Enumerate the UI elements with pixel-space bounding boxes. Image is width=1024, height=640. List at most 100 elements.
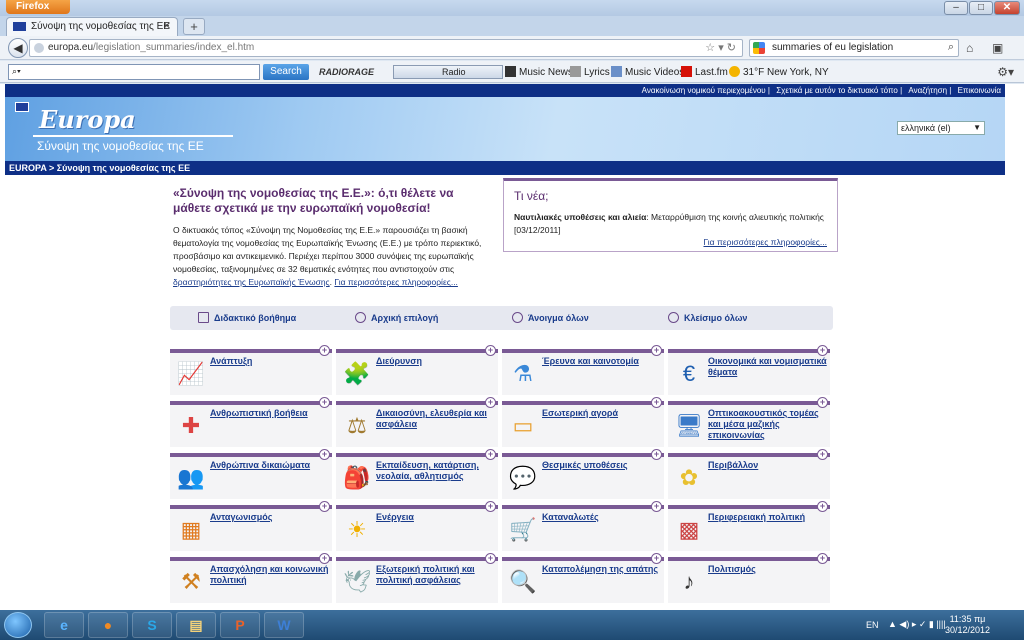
topic-cell[interactable]: + 🧩 Διεύρυνση <box>336 345 498 395</box>
expand-topic-icon[interactable]: + <box>485 553 496 564</box>
word-taskbar-icon[interactable]: W <box>264 612 304 638</box>
toolbar-link-music-news[interactable]: Music News <box>505 66 573 78</box>
topic-link[interactable]: Εσωτερική αγορά <box>542 408 662 419</box>
expand-topic-icon[interactable]: + <box>485 501 496 512</box>
expand-topic-icon[interactable]: + <box>319 553 330 564</box>
topic-cell[interactable]: + 🖥 Οπτικοακουστικός τομέας και μέσα μαζικ… <box>668 397 830 447</box>
topic-cell[interactable]: + ⚖ Δικαιοσύνη, ελευθερία και ασφάλεια <box>336 397 498 447</box>
expand-topic-icon[interactable]: + <box>319 345 330 356</box>
language-select[interactable]: ελληνικά (el) ▼ <box>897 121 985 135</box>
toolbar-search-button[interactable]: Search <box>263 64 309 80</box>
expand-topic-icon[interactable]: + <box>485 449 496 460</box>
search-bar[interactable]: summaries of eu legislation ⌕ <box>749 39 959 57</box>
clock[interactable]: 11:35 πμ 30/12/2012 <box>945 614 990 636</box>
expand-topic-icon[interactable]: + <box>319 397 330 408</box>
explorer-taskbar-icon[interactable]: ▤ <box>176 612 216 638</box>
url-bar[interactable]: europa.eu/legislation_summaries/index_el… <box>29 39 743 57</box>
topic-cell[interactable]: + ☀ Ενέργεια <box>336 501 498 551</box>
toolbar-search-input[interactable]: ⌕▾ <box>8 64 260 80</box>
collapse-all-button[interactable]: Κλείσιμο όλων <box>668 312 747 323</box>
news-more-info-link[interactable]: Για περισσότερες πληροφορίες... <box>703 237 827 247</box>
topic-link[interactable]: Περιφερειακή πολιτική <box>708 512 828 523</box>
breadcrumb[interactable]: EUROPA > Σύνοψη της νομοθεσίας της ΕΕ <box>5 161 1005 175</box>
skype-taskbar-icon[interactable]: S <box>132 612 172 638</box>
topic-link[interactable]: Δικαιοσύνη, ελευθερία και ασφάλεια <box>376 408 496 430</box>
expand-topic-icon[interactable]: + <box>651 553 662 564</box>
close-window-button[interactable]: ✕ <box>994 1 1020 15</box>
topic-cell[interactable]: + 🕊 Εξωτερική πολιτική και πολιτική ασφάλε… <box>336 553 498 603</box>
toolbar-link-lastfm[interactable]: Last.fm <box>681 66 728 78</box>
topic-link[interactable]: Απασχόληση και κοινωνική πολιτική <box>210 564 330 586</box>
topic-cell[interactable]: + 💬 Θεσμικές υποθέσεις <box>502 449 664 499</box>
close-tab-icon[interactable]: ✕ <box>163 21 171 32</box>
search-icon[interactable]: ⌕ <box>948 41 954 54</box>
topic-link[interactable]: Εκπαίδευση, κατάρτιση, νεολαία, αθλητισμ… <box>376 460 496 482</box>
expand-topic-icon[interactable]: + <box>651 449 662 460</box>
radio-player[interactable]: Radio <box>393 65 503 79</box>
tutorial-button[interactable]: Διδακτικό βοήθημα <box>198 312 296 323</box>
toolbar-link-weather[interactable]: 31°F New York, NY <box>729 66 829 78</box>
topic-link[interactable]: Οπτικοακουστικός τομέας και μέσα μαζικής… <box>708 408 828 441</box>
expand-topic-icon[interactable]: + <box>319 501 330 512</box>
tray-icons[interactable]: ▲ ◀) ▸ ✓ ▮ |||| <box>888 619 946 630</box>
topic-cell[interactable]: + 🔍 Καταπολέμηση της απάτης <box>502 553 664 603</box>
ie-taskbar-icon[interactable]: e <box>44 612 84 638</box>
topic-cell[interactable]: + ▭ Εσωτερική αγορά <box>502 397 664 447</box>
expand-topic-icon[interactable]: + <box>817 449 828 460</box>
expand-topic-icon[interactable]: + <box>319 449 330 460</box>
topic-link[interactable]: Ενέργεια <box>376 512 496 523</box>
topic-link[interactable]: Καταπολέμηση της απάτης <box>542 564 662 575</box>
home-choice-button[interactable]: Αρχική επιλογή <box>355 312 438 323</box>
topic-link[interactable]: Ανθρώπινα δικαιώματα <box>210 460 330 471</box>
top-link-legal-notice[interactable]: Ανακοίνωση νομικού περιεχομένου <box>642 86 766 95</box>
topic-cell[interactable]: + 👥 Ανθρώπινα δικαιώματα <box>170 449 332 499</box>
home-icon[interactable]: ⌂ <box>966 41 973 55</box>
topic-link[interactable]: Έρευνα και καινοτομία <box>542 356 662 367</box>
new-tab-button[interactable]: + <box>183 18 205 35</box>
tab-eu-legislation[interactable]: Σύνοψη της νομοθεσίας της ΕΕ ✕ <box>6 17 178 36</box>
topic-link[interactable]: Καταναλωτές <box>542 512 662 523</box>
firefox-taskbar-icon[interactable]: ● <box>88 612 128 638</box>
site-identity-icon[interactable] <box>34 43 44 53</box>
intro-more-info-link[interactable]: Για περισσότερες πληροφορίες... <box>334 277 458 287</box>
topic-link[interactable]: Οικονομικά και νομισματικά θέματα <box>708 356 828 378</box>
topic-link[interactable]: Πολιτισμός <box>708 564 828 575</box>
topic-cell[interactable]: + € Οικονομικά και νομισματικά θέματα <box>668 345 830 395</box>
top-link-search[interactable]: Αναζήτηση <box>908 86 947 95</box>
language-indicator[interactable]: EN <box>866 620 879 630</box>
toolbar-settings-icon[interactable]: ⚙▾ <box>997 65 1014 79</box>
google-icon[interactable] <box>753 42 765 54</box>
expand-topic-icon[interactable]: + <box>485 345 496 356</box>
expand-topic-icon[interactable]: + <box>817 553 828 564</box>
expand-topic-icon[interactable]: + <box>651 345 662 356</box>
expand-topic-icon[interactable]: + <box>485 397 496 408</box>
europa-logo[interactable]: Europa <box>39 105 136 134</box>
bookmark-star-icon[interactable]: ☆ ▾ ↻ <box>705 41 736 54</box>
eu-activities-link[interactable]: δραστηριότητες της Ευρωπαϊκής Ένωσης <box>173 277 330 287</box>
start-button[interactable] <box>4 612 32 638</box>
expand-all-button[interactable]: Άνοιγμα όλων <box>512 312 589 323</box>
topic-cell[interactable]: + 🛒 Καταναλωτές <box>502 501 664 551</box>
topic-cell[interactable]: + ✿ Περιβάλλον <box>668 449 830 499</box>
topic-cell[interactable]: + ♪ Πολιτισμός <box>668 553 830 603</box>
topic-cell[interactable]: + 🎒 Εκπαίδευση, κατάρτιση, νεολαία, αθλητι… <box>336 449 498 499</box>
top-link-about[interactable]: Σχετικά με αυτόν το δικτυακό τόπο <box>776 86 898 95</box>
toolbar-link-lyrics[interactable]: Lyrics <box>570 66 610 78</box>
toolbar-link-music-videos[interactable]: Music Videos <box>611 66 684 78</box>
topic-link[interactable]: Εξωτερική πολιτική και πολιτική ασφάλεια… <box>376 564 496 586</box>
expand-topic-icon[interactable]: + <box>651 397 662 408</box>
topic-cell[interactable]: + ⚗ Έρευνα και καινοτομία <box>502 345 664 395</box>
minimize-button[interactable]: – <box>944 1 968 15</box>
back-button[interactable]: ◀ <box>8 38 28 58</box>
powerpoint-taskbar-icon[interactable]: P <box>220 612 260 638</box>
topic-link[interactable]: Ανάπτυξη <box>210 356 330 367</box>
topic-cell[interactable]: + ✚ Ανθρωπιστική βοήθεια <box>170 397 332 447</box>
topic-link[interactable]: Διεύρυνση <box>376 356 496 367</box>
topic-link[interactable]: Ανταγωνισμός <box>210 512 330 523</box>
expand-topic-icon[interactable]: + <box>651 501 662 512</box>
firefox-menu-button[interactable]: Firefox <box>6 0 70 14</box>
expand-topic-icon[interactable]: + <box>817 345 828 356</box>
maximize-button[interactable]: □ <box>969 1 993 15</box>
top-link-contact[interactable]: Επικοινωνία <box>958 86 1001 95</box>
expand-topic-icon[interactable]: + <box>817 397 828 408</box>
